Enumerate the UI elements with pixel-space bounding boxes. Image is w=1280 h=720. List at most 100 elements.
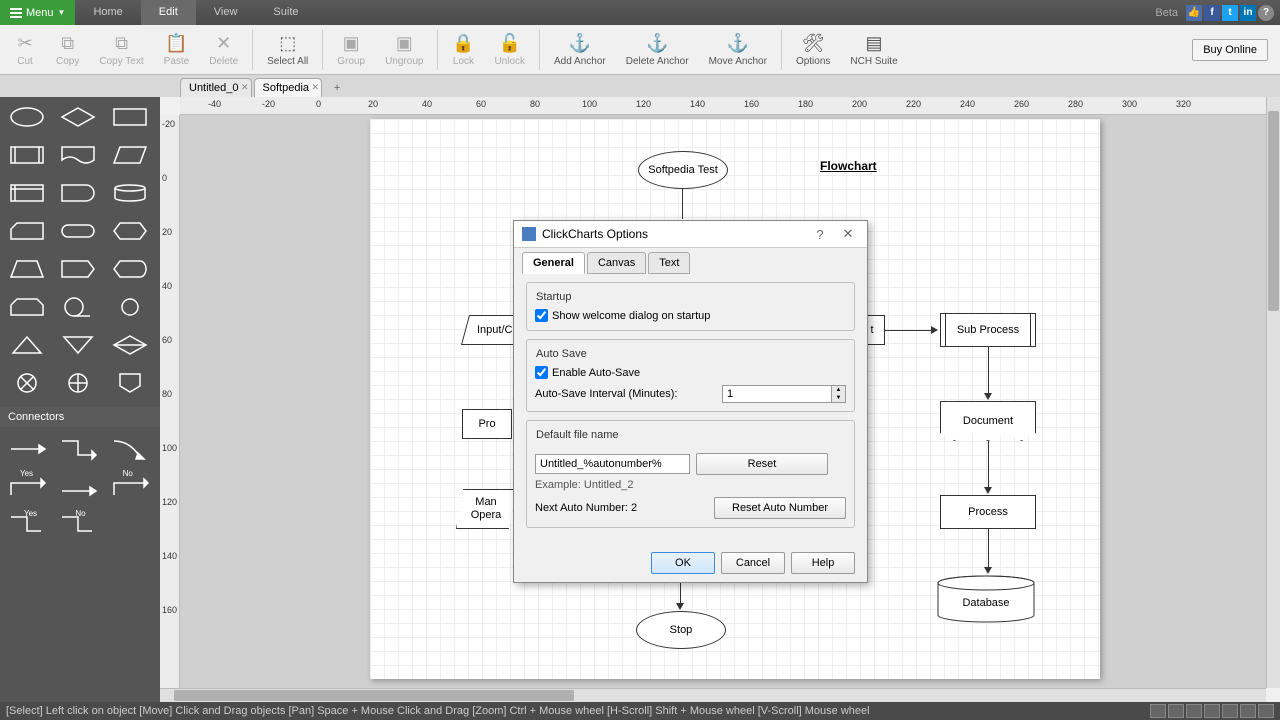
cut-button[interactable]: ✂Cut xyxy=(4,27,46,73)
tray-icon[interactable] xyxy=(1240,704,1256,718)
tray-icon[interactable] xyxy=(1258,704,1274,718)
shape-tape[interactable] xyxy=(57,291,99,323)
connector-elbow[interactable] xyxy=(57,433,99,465)
shape-terminator[interactable] xyxy=(57,215,99,247)
menu-home[interactable]: Home xyxy=(75,0,140,25)
connector-yes2[interactable]: Yes xyxy=(6,509,48,541)
shape-subprocess[interactable] xyxy=(6,139,48,171)
shape-circle[interactable] xyxy=(109,291,151,323)
shape-ellipse[interactable] xyxy=(6,101,48,133)
connector-line[interactable] xyxy=(988,441,989,489)
unlock-button[interactable]: 🔓Unlock xyxy=(484,27,535,73)
tray-icon[interactable] xyxy=(1150,704,1166,718)
shape-database[interactable] xyxy=(109,177,151,209)
moveanchor-button[interactable]: ⚓Move Anchor xyxy=(699,27,777,73)
selectall-button[interactable]: ⬚Select All xyxy=(257,27,318,73)
scrollbar-horizontal[interactable] xyxy=(160,688,1266,702)
connector-curve[interactable] xyxy=(109,433,151,465)
paste-button[interactable]: 📋Paste xyxy=(154,27,200,73)
shape-start[interactable]: Softpedia Test xyxy=(638,151,728,189)
main-menu-button[interactable]: Menu ▼ xyxy=(0,0,75,25)
dialog-titlebar[interactable]: ClickCharts Options ? ✕ xyxy=(514,221,867,248)
tray-icon[interactable] xyxy=(1222,704,1238,718)
add-tab-button[interactable]: + xyxy=(328,79,346,97)
scrollbar-thumb[interactable] xyxy=(1268,111,1279,311)
connector-yes[interactable]: Yes xyxy=(6,471,48,503)
shape-manop[interactable]: ManOpera xyxy=(456,489,516,529)
connector-straight-yes[interactable] xyxy=(57,471,99,503)
close-icon[interactable]: ✕ xyxy=(311,82,319,93)
spin-up-icon[interactable]: ▲ xyxy=(832,386,845,394)
facebook-icon[interactable]: f xyxy=(1204,5,1220,21)
shape-looplimit[interactable] xyxy=(6,291,48,323)
tab-general[interactable]: General xyxy=(522,252,585,274)
connector-line[interactable] xyxy=(682,189,683,219)
spin-down-icon[interactable]: ▼ xyxy=(832,394,845,402)
connectors-header[interactable]: Connectors xyxy=(0,407,160,427)
scrollbar-thumb[interactable] xyxy=(174,690,574,701)
close-icon[interactable]: ✕ xyxy=(241,82,249,93)
shape-pentagon[interactable] xyxy=(57,253,99,285)
options-button[interactable]: 🛠Options xyxy=(786,27,840,73)
autosave-checkbox-label[interactable]: Enable Auto-Save xyxy=(535,366,846,379)
thumbsup-icon[interactable]: 👍 xyxy=(1186,5,1202,21)
delete-button[interactable]: ✕Delete xyxy=(199,27,248,73)
connector-straight[interactable] xyxy=(6,433,48,465)
reset-autonumber-button[interactable]: Reset Auto Number xyxy=(714,497,846,519)
nchsuite-button[interactable]: ▤NCH Suite xyxy=(840,27,907,73)
shape-or[interactable] xyxy=(57,367,99,399)
twitter-icon[interactable]: t xyxy=(1222,5,1238,21)
cancel-button[interactable]: Cancel xyxy=(721,552,785,574)
shape-display[interactable] xyxy=(109,253,151,285)
deleteanchor-button[interactable]: ⚓Delete Anchor xyxy=(616,27,699,73)
shape-summing[interactable] xyxy=(6,367,48,399)
shape-parallelogram[interactable] xyxy=(109,139,151,171)
shape-offpage[interactable] xyxy=(109,367,151,399)
ungroup-button[interactable]: ▣Ungroup xyxy=(375,27,433,73)
tab-canvas[interactable]: Canvas xyxy=(587,252,646,274)
tab-text[interactable]: Text xyxy=(648,252,690,274)
copy-button[interactable]: ⧉Copy xyxy=(46,27,89,73)
menu-edit[interactable]: Edit xyxy=(141,0,196,25)
group-button[interactable]: ▣Group xyxy=(327,27,375,73)
shape-triangle-down[interactable] xyxy=(57,329,99,361)
dialog-close-button[interactable]: ✕ xyxy=(837,226,859,242)
lock-button[interactable]: 🔒Lock xyxy=(442,27,484,73)
shape-subprocess[interactable]: Sub Process xyxy=(940,313,1036,347)
shape-triangle[interactable] xyxy=(6,329,48,361)
scrollbar-vertical[interactable] xyxy=(1266,97,1280,688)
ok-button[interactable]: OK xyxy=(651,552,715,574)
connector-line[interactable] xyxy=(988,347,989,395)
buy-online-button[interactable]: Buy Online xyxy=(1192,39,1268,61)
autosave-interval-input[interactable] xyxy=(723,386,831,402)
help-icon[interactable]: ? xyxy=(1258,5,1274,21)
shape-card[interactable] xyxy=(6,215,48,247)
shape-database[interactable]: Database xyxy=(936,575,1036,623)
copytext-button[interactable]: ⧉Copy Text xyxy=(89,27,153,73)
autosave-interval-spinner[interactable]: ▲▼ xyxy=(722,385,846,403)
shape-stop[interactable]: Stop xyxy=(636,611,726,649)
shape-process[interactable]: Process xyxy=(940,495,1036,529)
shape-document[interactable]: Document xyxy=(940,401,1036,441)
shape-process-left[interactable]: Pro xyxy=(462,409,512,439)
connector-no2[interactable]: No xyxy=(57,509,99,541)
menu-view[interactable]: View xyxy=(196,0,256,25)
tray-icon[interactable] xyxy=(1204,704,1220,718)
connector-no[interactable]: No xyxy=(109,471,151,503)
shape-hexagon[interactable] xyxy=(109,215,151,247)
menu-suite[interactable]: Suite xyxy=(255,0,316,25)
reset-button[interactable]: Reset xyxy=(696,453,828,475)
doc-tab-2[interactable]: Softpedia✕ xyxy=(254,78,322,97)
welcome-checkbox-label[interactable]: Show welcome dialog on startup xyxy=(535,309,846,322)
connector-line[interactable] xyxy=(885,330,933,331)
tray-icon[interactable] xyxy=(1168,704,1184,718)
shape-document[interactable] xyxy=(57,139,99,171)
linkedin-icon[interactable]: in xyxy=(1240,5,1256,21)
shape-sort[interactable] xyxy=(109,329,151,361)
filename-input[interactable] xyxy=(535,454,690,474)
shape-diamond[interactable] xyxy=(57,101,99,133)
autosave-checkbox[interactable] xyxy=(535,366,548,379)
help-button[interactable]: Help xyxy=(791,552,855,574)
connector-line[interactable] xyxy=(988,529,989,569)
flowchart-title[interactable]: Flowchart xyxy=(820,159,877,173)
